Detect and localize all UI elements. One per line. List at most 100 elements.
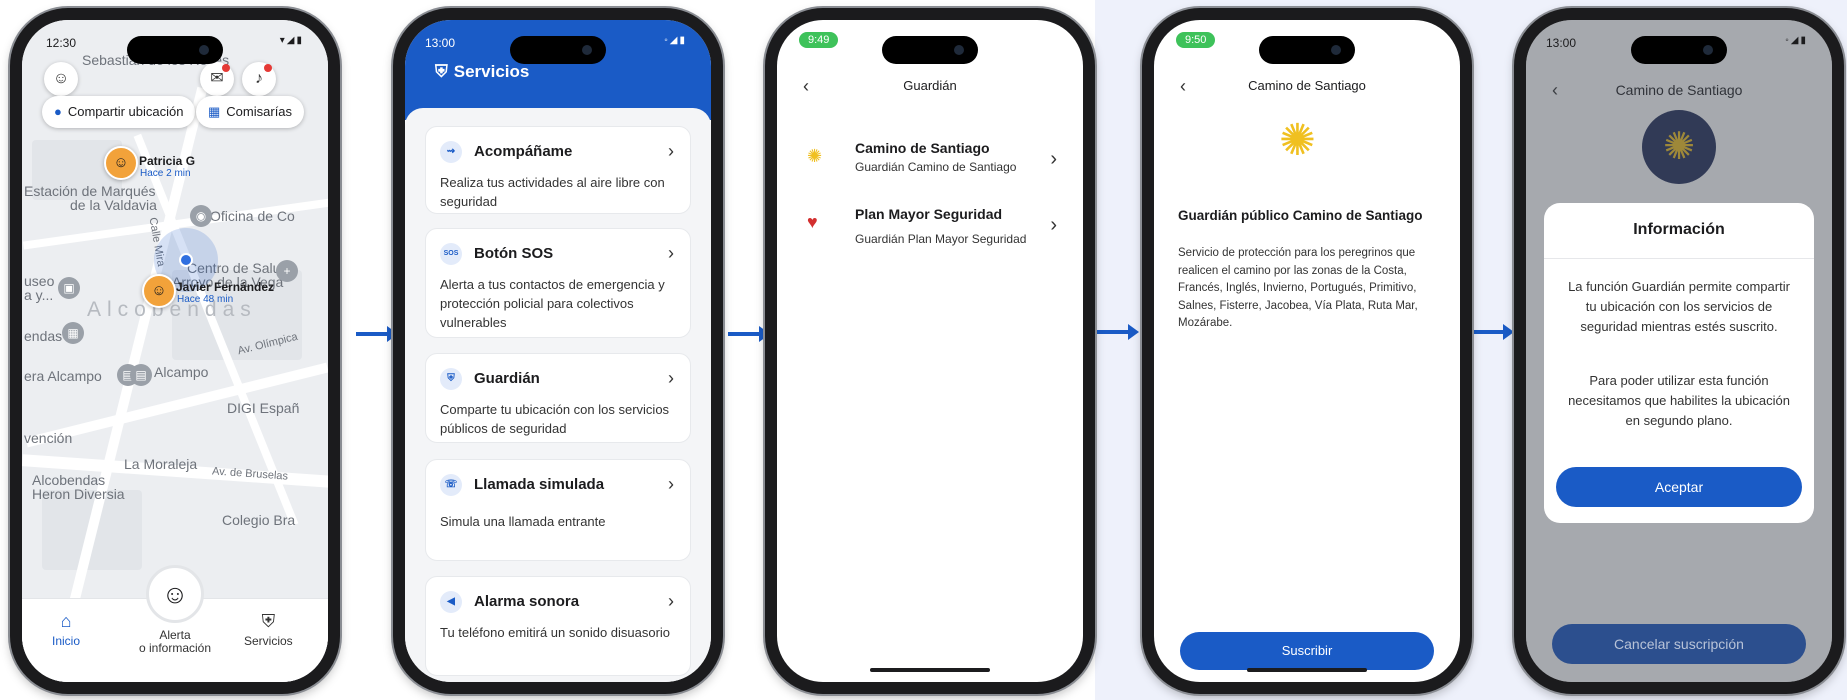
service-card-alarma[interactable]: ◀ Alarma sonora › Tu teléfono emitirá un… xyxy=(425,576,691,676)
tab-alert[interactable]: Alerta o información xyxy=(120,629,230,655)
map-label: vención xyxy=(24,430,73,446)
guardian-item-title: Camino de Santiago xyxy=(855,140,990,156)
service-card-title: Llamada simulada xyxy=(474,476,605,493)
office-poi-icon[interactable]: ◉ xyxy=(190,205,212,227)
service-card-sos[interactable]: SOS Botón SOS › Alerta a tus contactos d… xyxy=(425,228,691,338)
share-location-chip[interactable]: ● Compartir ubicación xyxy=(42,96,196,128)
modal-paragraph: Para poder utilizar esta función necesit… xyxy=(1568,373,1790,428)
guardian-list-screen: 9:49 ‹ Guardián ✺ Camino de Santiago Gua… xyxy=(777,20,1083,682)
notifications-button[interactable]: ♪ xyxy=(242,62,276,96)
accept-button[interactable]: Aceptar xyxy=(1556,467,1802,507)
place-poi-icon[interactable]: ▦ xyxy=(62,322,84,344)
notification-badge xyxy=(264,64,272,72)
alert-guard-button[interactable]: ☺ xyxy=(146,565,204,623)
tab-home[interactable]: ⌂ Inicio xyxy=(52,611,80,648)
services-screen: 13:00 ◦◢▮ ⛨ Servicios ⇝ Acompáñame › Real… xyxy=(405,20,711,682)
map-label: de la Valdavia xyxy=(70,197,157,213)
alcampo-poi-icon[interactable]: ▤ xyxy=(130,364,152,386)
map-label: era Alcampo xyxy=(24,368,102,384)
contact-pin-time: Hace 2 min xyxy=(140,168,191,179)
info-modal-screen: 13:00 ◦◢▮ ‹ Camino de Santiago ✺ Cancela… xyxy=(1526,20,1832,682)
profile-button[interactable]: ☺ xyxy=(44,62,78,96)
dynamic-island xyxy=(1259,36,1355,64)
chat-badge xyxy=(222,64,230,72)
map-label: endas xyxy=(24,328,63,344)
scallop-shell-icon: ✺ xyxy=(807,146,823,166)
scallop-shell-icon: ✺ xyxy=(1279,116,1316,165)
info-modal: Información La función Guardián permite … xyxy=(1544,203,1814,523)
dynamic-island xyxy=(127,36,223,64)
police-stations-label: Comisarías xyxy=(226,104,293,119)
page-title: Camino de Santiago xyxy=(1248,78,1366,93)
museum-poi-icon[interactable]: ▣ xyxy=(58,277,80,299)
chat-icon: ✉ xyxy=(210,70,224,87)
bell-icon: ♪ xyxy=(255,70,263,87)
subscribe-button[interactable]: Suscribir xyxy=(1180,632,1434,670)
service-card-acompaname[interactable]: ⇝ Acompáñame › Realiza tus actividades a… xyxy=(425,126,691,214)
tab-services-label: Servicios xyxy=(244,634,293,648)
tab-services[interactable]: ⛨ Servicios xyxy=(244,611,293,648)
guardian-item-sub: Guardián Plan Mayor Seguridad xyxy=(855,232,1027,246)
map-screen: 12:30 ▾◢▮ Sebastián de los Reyes Estació… xyxy=(22,20,328,682)
service-card-guardian[interactable]: ⛨ Guardián › Comparte tu ubicación con l… xyxy=(425,353,691,443)
map-label: a y... xyxy=(24,287,54,303)
flow-arrow-1 xyxy=(356,326,398,342)
phone-map: 12:30 ▾◢▮ Sebastián de los Reyes Estació… xyxy=(10,8,340,694)
chevron-right-icon: › xyxy=(668,591,674,611)
service-card-llamada[interactable]: ☏ Llamada simulada › Simula una llamada … xyxy=(425,459,691,561)
guardian-item-plan-mayor[interactable]: ♥ Plan Mayor Seguridad Guardián Plan May… xyxy=(797,202,1063,262)
services-sheet: ⇝ Acompáñame › Realiza tus actividades a… xyxy=(405,108,711,682)
megaphone-icon: ◀ xyxy=(440,591,462,613)
service-card-desc: Simula una llamada entrante xyxy=(440,514,606,529)
home-indicator xyxy=(1247,668,1367,672)
map-label: Alcampo xyxy=(154,364,209,380)
user-icon: ☺ xyxy=(52,70,70,87)
dynamic-island xyxy=(882,36,978,64)
sos-icon: SOS xyxy=(440,243,462,265)
phone-camino-detail: 9:50 ‹ Camino de Santiago ✺ Guardián púb… xyxy=(1142,8,1472,694)
service-card-title: Guardián xyxy=(474,370,540,387)
services-title-text: Servicios xyxy=(453,62,530,81)
chat-button[interactable]: ✉ xyxy=(200,62,234,96)
flow-arrow-2 xyxy=(728,326,770,342)
flow-arrow-4 xyxy=(1472,324,1514,340)
tab-home-label: Inicio xyxy=(52,634,81,648)
status-icons: ▾◢▮ xyxy=(279,35,304,46)
map-label: Heron Diversia xyxy=(32,486,125,502)
shield-icon: ⛨ xyxy=(440,368,462,390)
contact-pin-avatar[interactable]: ☺ xyxy=(142,274,176,308)
status-time: 12:30 xyxy=(46,36,77,50)
status-time: 9:50 xyxy=(1176,32,1216,48)
police-stations-chip[interactable]: ▦ Comisarías xyxy=(196,96,305,128)
services-logo-icon: ⛨ xyxy=(435,62,448,81)
phone-icon: ☏ xyxy=(440,474,462,496)
contact-pin-avatar[interactable]: ☺ xyxy=(104,146,138,180)
guardian-item-sub: Guardián Camino de Santiago xyxy=(855,160,1017,174)
dynamic-island xyxy=(510,36,606,64)
dynamic-island xyxy=(1631,36,1727,64)
chevron-right-icon: › xyxy=(668,141,674,161)
my-location-dot xyxy=(179,253,193,267)
status-time: 9:49 xyxy=(799,32,839,48)
bottom-tab-bar: ⌂ Inicio ☺ Alerta o información ⛨ Servicios xyxy=(22,565,328,682)
contact-pin-name: Javier Fernández xyxy=(176,280,275,294)
service-card-desc: Comparte tu ubicación con los servicios … xyxy=(440,402,670,436)
cancel-subscription-button[interactable]: Cancelar suscripción xyxy=(1552,624,1806,664)
chevron-right-icon: › xyxy=(668,243,674,263)
contact-pin-name: Patricia G xyxy=(139,154,196,168)
guardian-item-title: Plan Mayor Seguridad xyxy=(855,206,1003,222)
chevron-right-icon: › xyxy=(668,368,674,388)
map-label: Oficina de Co xyxy=(210,208,295,224)
service-card-desc: Realiza tus actividades al aire libre co… xyxy=(440,175,665,209)
phone-info-modal: 13:00 ◦◢▮ ‹ Camino de Santiago ✺ Cancela… xyxy=(1514,8,1844,694)
guardian-item-camino[interactable]: ✺ Camino de Santiago Guardián Camino de … xyxy=(797,136,1063,196)
health-poi-icon[interactable]: + xyxy=(276,260,298,282)
camino-detail-screen: 9:50 ‹ Camino de Santiago ✺ Guardián púb… xyxy=(1154,20,1460,682)
map-label: DIGI Españ xyxy=(227,400,300,416)
heart-icon: ♥ xyxy=(807,212,818,232)
home-icon: ⌂ xyxy=(60,611,72,631)
service-card-desc: Alerta a tus contactos de emergencia y p… xyxy=(440,277,665,330)
status-time: 13:00 xyxy=(425,36,456,50)
service-card-title: Alarma sonora xyxy=(474,593,580,610)
status-time: 13:00 xyxy=(1546,36,1577,50)
